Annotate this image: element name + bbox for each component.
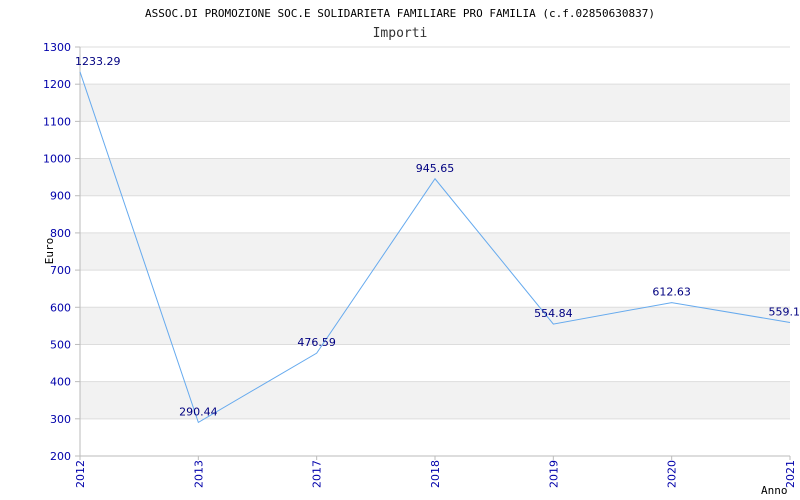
x-tick-labels: 2012 2013 2017 2018 2019 2020 2021 — [74, 456, 797, 488]
y-tick-label: 600 — [50, 301, 71, 314]
x-tick-label: 2018 — [429, 460, 442, 488]
data-label: 554.84 — [534, 307, 573, 320]
x-tick-label: 2020 — [666, 460, 679, 488]
x-tick-label: 2017 — [311, 460, 324, 488]
grid-band — [80, 307, 790, 345]
y-tick-label: 500 — [50, 338, 71, 351]
y-tick-label: 1100 — [43, 115, 71, 128]
grid-band — [80, 232, 790, 271]
chart-subtitle: Importi — [373, 26, 428, 41]
y-tick-label: 1000 — [43, 153, 71, 166]
data-label: 290.44 — [179, 405, 218, 418]
x-tick-label: 2013 — [192, 460, 205, 488]
data-label: 1233.29 — [75, 55, 121, 68]
x-tick-label: 2019 — [547, 460, 560, 488]
y-tick-label: 200 — [50, 450, 71, 463]
line-chart: 2003004005006007008009001000110012001300… — [43, 7, 800, 497]
y-tick-label: 900 — [50, 190, 71, 203]
y-tick-label: 700 — [50, 264, 71, 277]
x-axis-title: Anno — [761, 484, 788, 497]
chart-title: ASSOC.DI PROMOZIONE SOC.E SOLIDARIETA FA… — [145, 7, 655, 20]
x-tick-label: 2012 — [74, 460, 87, 488]
grid-bands — [80, 84, 790, 419]
y-tick-label: 400 — [50, 376, 71, 389]
grid-band — [80, 84, 790, 122]
data-label: 612.63 — [652, 286, 691, 299]
y-tick-label: 1200 — [43, 78, 71, 91]
y-tick-label: 1300 — [43, 41, 71, 54]
y-axis-title: Euro — [43, 238, 56, 265]
data-label: 476.59 — [297, 336, 336, 349]
y-tick-label: 300 — [50, 413, 71, 426]
data-label: 945.65 — [416, 162, 455, 175]
data-label: 559.1 — [769, 305, 800, 318]
